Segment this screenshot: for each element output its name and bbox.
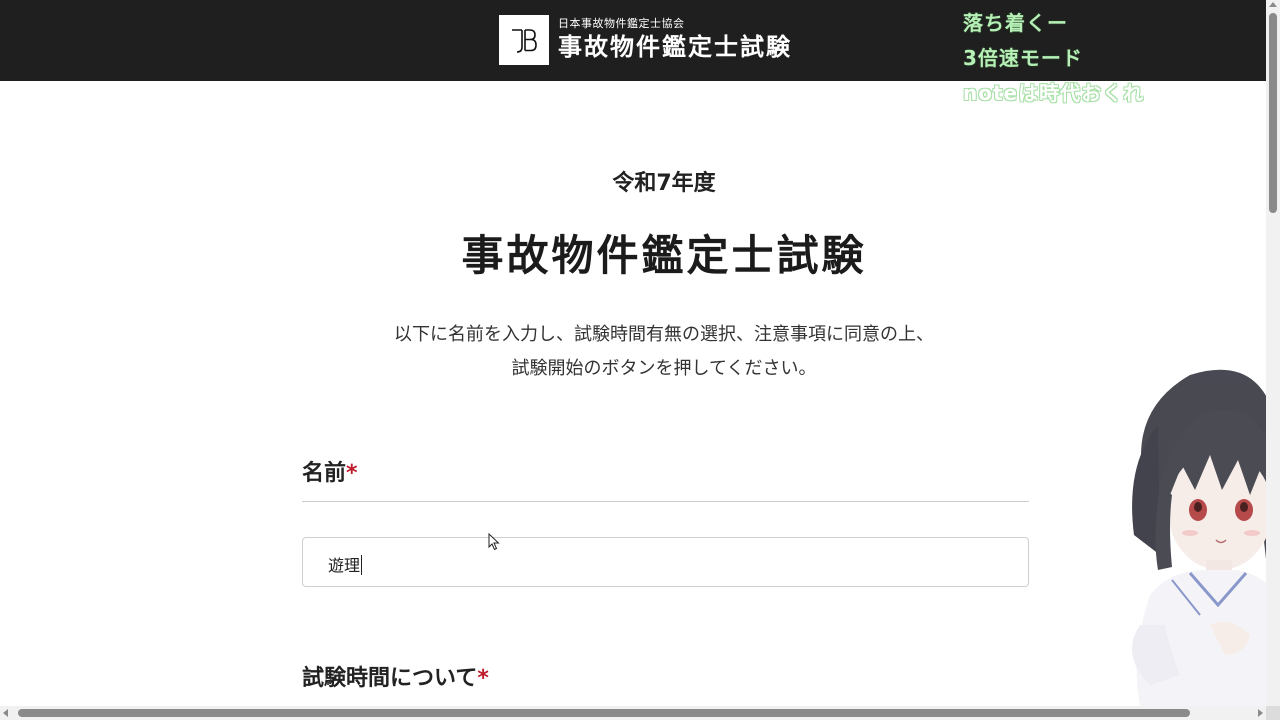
required-asterisk: * — [346, 461, 358, 486]
scrollbar-corner — [1266, 706, 1280, 720]
required-asterisk: * — [477, 666, 489, 691]
exam-time-label-text: 試験時間について — [302, 666, 478, 691]
name-label-text: 名前 — [302, 461, 347, 486]
character-illustration — [1110, 355, 1266, 706]
scroll-left-arrow-icon[interactable] — [3, 709, 8, 717]
name-input-value-wrap: 遊理 — [328, 552, 363, 576]
site-logo[interactable]: 日本事故物件鑑定士協会 事故物件鑑定士試験 — [499, 14, 792, 66]
scroll-right-arrow-icon[interactable] — [1258, 709, 1263, 717]
instructions-line-2: 試験開始のボタンを押してください。 — [511, 358, 817, 379]
fiscal-year: 令和7年度 — [612, 171, 716, 196]
org-name: 日本事故物件鑑定士協会 — [558, 17, 685, 30]
scroll-up-arrow-icon[interactable] — [1269, 2, 1277, 7]
section-divider — [302, 501, 1029, 502]
logo-mark-icon — [499, 15, 549, 65]
exam-time-field-label: 試験時間について* — [302, 660, 489, 692]
jb-monogram-icon — [512, 29, 537, 53]
site-name: 事故物件鑑定士試験 — [558, 33, 792, 61]
page: 日本事故物件鑑定士協会 事故物件鑑定士試験 落ち着くー 3倍速モード noteは… — [0, 0, 1280, 720]
horizontal-scrollbar[interactable] — [0, 706, 1266, 720]
horizontal-scroll-thumb[interactable] — [18, 709, 1190, 717]
text-caret — [361, 555, 363, 575]
page-title: 事故物件鑑定士試験 — [461, 231, 867, 280]
name-field-label: 名前* — [302, 455, 358, 487]
overlay-captions: 落ち着くー 3倍速モード noteは時代おくれ — [963, 8, 1144, 113]
overlay-caption-1: 落ち着くー — [963, 11, 1068, 35]
name-input-value: 遊理 — [328, 556, 361, 575]
mouse-pointer-icon — [488, 532, 500, 555]
overlay-caption-2: 3倍速モード — [963, 46, 1083, 70]
vertical-scrollbar[interactable] — [1266, 0, 1280, 706]
instructions: 以下に名前を入力し、試験時間有無の選択、注意事項に同意の上、 試験開始のボタンを… — [0, 318, 1280, 386]
overlay-caption-3: noteは時代おくれ — [963, 81, 1145, 105]
vertical-scroll-thumb[interactable] — [1269, 13, 1277, 213]
name-input[interactable]: 遊理 — [302, 537, 1029, 587]
instructions-line-1: 以下に名前を入力し、試験時間有無の選択、注意事項に同意の上、 — [394, 324, 934, 345]
logo-text: 日本事故物件鑑定士協会 事故物件鑑定士試験 — [558, 17, 792, 63]
